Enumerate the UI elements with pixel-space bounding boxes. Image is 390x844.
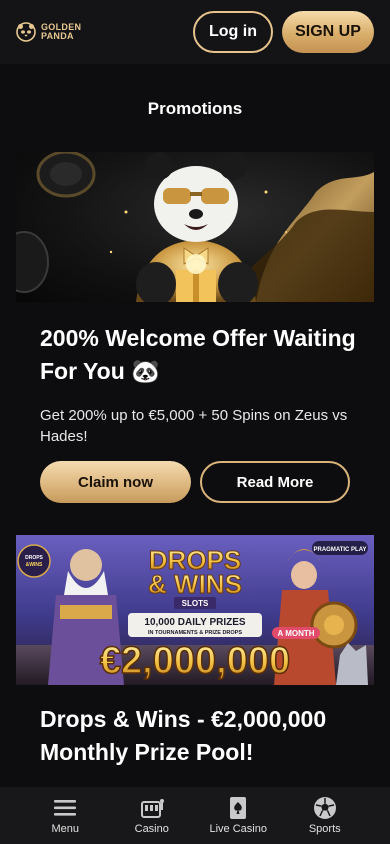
panda-illustration xyxy=(16,152,374,302)
top-header: GOLDEN PANDA Log in SIGN UP xyxy=(0,0,390,64)
svg-text:SLOTS: SLOTS xyxy=(182,599,209,608)
svg-text:PRAGMATIC PLAY: PRAGMATIC PLAY xyxy=(313,547,366,553)
nav-sports[interactable]: Sports xyxy=(290,796,360,835)
read-more-button[interactable]: Read More xyxy=(200,461,350,503)
login-button[interactable]: Log in xyxy=(193,11,273,53)
logo-text: GOLDEN PANDA xyxy=(41,23,81,41)
svg-text:A MONTH: A MONTH xyxy=(277,629,314,638)
panda-logo-icon xyxy=(16,22,36,42)
menu-icon xyxy=(54,800,77,816)
promo-description-welcome: Get 200% up to €5,000 + 50 Spins on Zeus… xyxy=(40,407,348,445)
drops-wins-banner[interactable]: DROPS &WINS PRAGMATIC PLAY DROPS & WINS … xyxy=(16,535,374,685)
svg-text:€2,000,000: €2,000,000 xyxy=(100,640,290,682)
welcome-offer-banner[interactable] xyxy=(16,152,374,302)
nav-casino-label: Casino xyxy=(134,823,169,835)
cards-icon xyxy=(230,797,247,819)
signup-button[interactable]: SIGN UP xyxy=(282,11,374,53)
nav-live-casino[interactable]: Live Casino xyxy=(203,796,273,835)
logo[interactable]: GOLDEN PANDA xyxy=(16,22,81,42)
svg-text:10,000 DAILY PRIZES: 10,000 DAILY PRIZES xyxy=(144,617,245,628)
header-actions: Log in SIGN UP xyxy=(193,11,374,53)
svg-text:IN TOURNAMENTS & PRIZE DROPS: IN TOURNAMENTS & PRIZE DROPS xyxy=(148,630,242,636)
promo-title-drops-wins: Drops & Wins - €2,000,000 Monthly Prize … xyxy=(40,706,327,765)
drops-wins-badge: DROPS &WINS xyxy=(17,544,51,578)
bottom-nav: Menu Casino Live Casino Sports xyxy=(0,787,390,844)
claim-now-button[interactable]: Claim now xyxy=(40,461,191,503)
nav-menu-label: Menu xyxy=(51,823,80,835)
soccer-ball-icon xyxy=(313,797,336,819)
svg-text:& WINS: & WINS xyxy=(148,569,242,599)
logo-line-2: PANDA xyxy=(41,31,74,41)
nav-menu[interactable]: Menu xyxy=(30,796,100,835)
nav-live-casino-label: Live Casino xyxy=(209,823,267,835)
nav-casino[interactable]: Casino xyxy=(117,796,187,835)
promo-title-welcome: 200% Welcome Offer Waiting For You 🐼 xyxy=(40,325,356,384)
page-title: Promotions xyxy=(147,99,243,118)
svg-text:DROPS: DROPS xyxy=(25,555,43,561)
drops-wins-illustration: DROPS &WINS PRAGMATIC PLAY DROPS & WINS … xyxy=(16,541,374,685)
svg-text:&WINS: &WINS xyxy=(26,562,43,568)
nav-sports-label: Sports xyxy=(308,823,341,835)
casino-icon xyxy=(140,799,164,818)
